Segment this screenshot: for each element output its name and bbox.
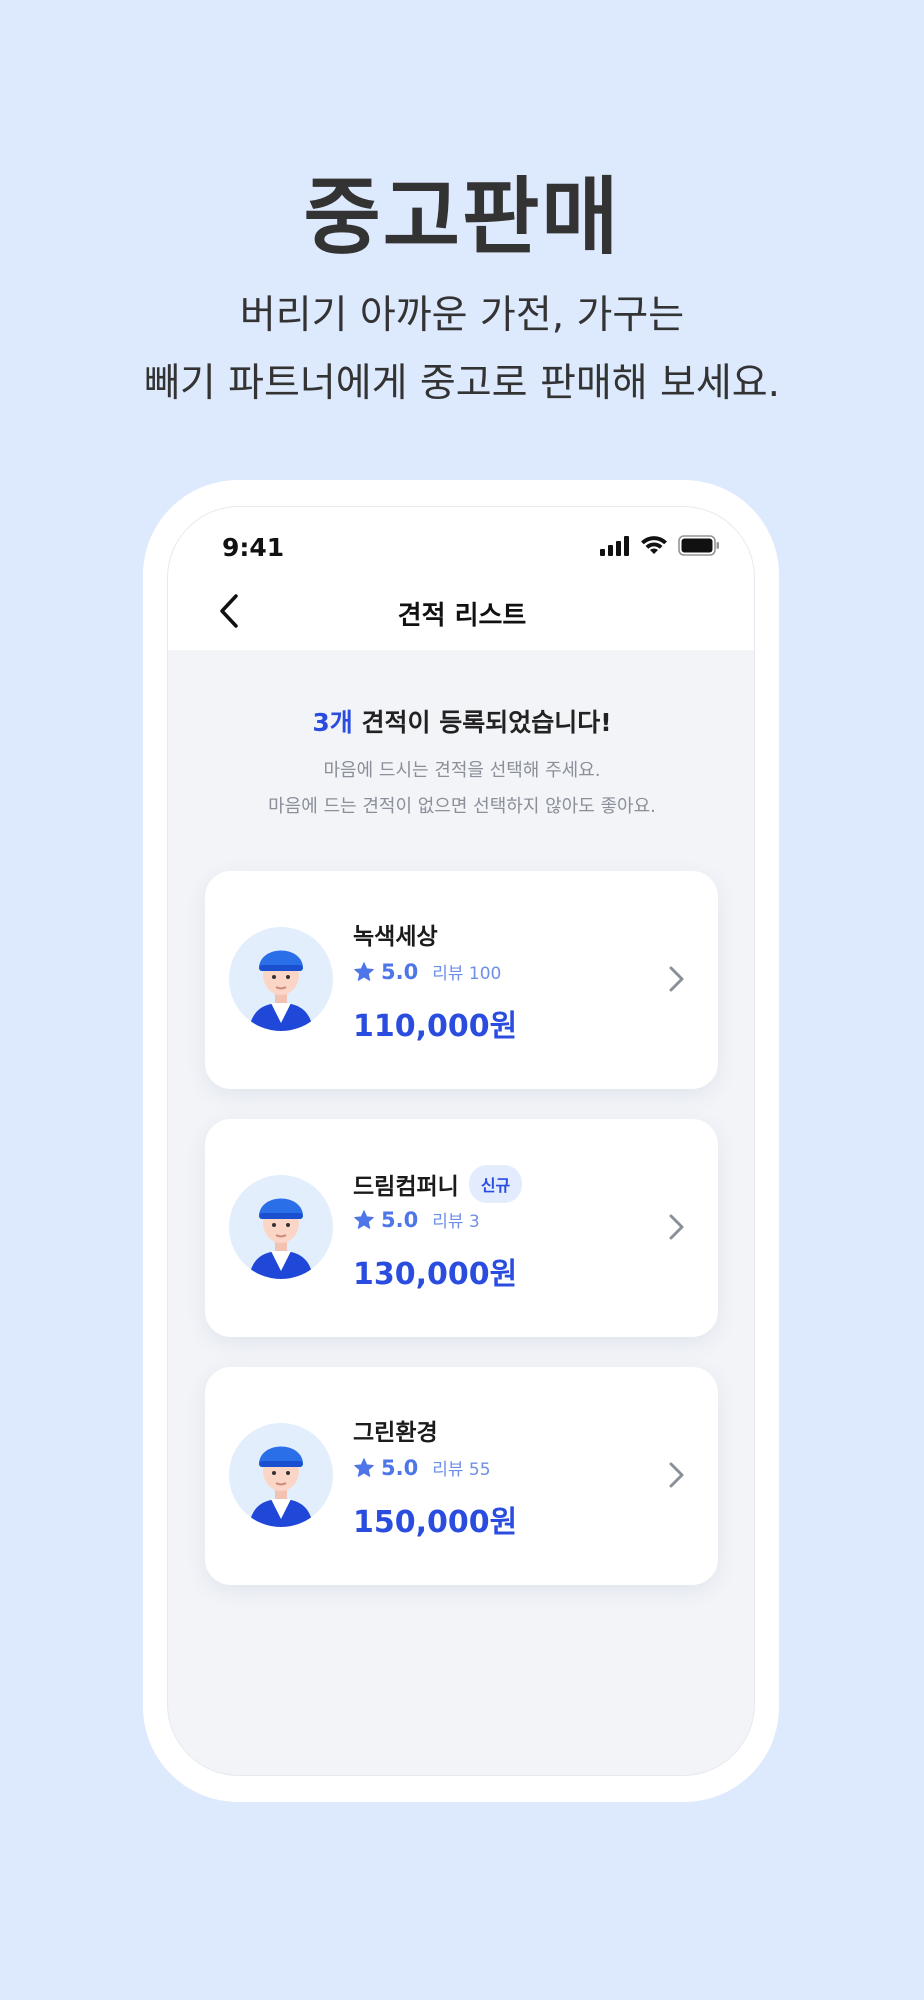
star-icon [354, 1209, 374, 1229]
hero-subtitle-line2: 빼기 파트너에게 중고로 판매해 보세요. [143, 361, 781, 406]
status-icons [600, 535, 720, 556]
name-row: 녹색세상 [353, 917, 438, 951]
page-title: 견적 리스트 [397, 601, 527, 631]
rating-value: 5.0 [381, 959, 419, 984]
hero-subtitle: 버리기 아까운 가전, 가구는 빼기 파트너에게 중고로 판매해 보세요. [0, 282, 924, 418]
review-count: 리뷰 3 [432, 1212, 480, 1232]
phone-screen: 9:41 견적 리스트 3개 견적이 등록되었습니다! 마음에 드시는 견적을 … [167, 506, 755, 1776]
quote-count: 3개 [312, 708, 353, 737]
summary-desc-line2: 마음에 드는 견적이 없으면 선택하지 않아도 좋아요. [268, 796, 656, 817]
name-row: 그린환경 [353, 1413, 438, 1447]
partner-name: 녹색세상 [353, 924, 438, 950]
rating-row: 5.0 리뷰 55 [353, 1455, 491, 1480]
summary-description: 마음에 드시는 견적을 선택해 주세요. 마음에 드는 견적이 없으면 선택하지… [168, 753, 754, 825]
signal-icon [600, 535, 629, 556]
summary-headline-text: 견적이 등록되었습니다! [352, 708, 612, 737]
quote-price: 110,000원 [353, 1009, 518, 1044]
rating-value: 5.0 [381, 1207, 419, 1232]
partner-avatar [229, 1423, 333, 1527]
hero-subtitle-line1: 버리기 아까운 가전, 가구는 [239, 293, 685, 338]
top-bar: 9:41 견적 리스트 [168, 507, 754, 650]
quote-card[interactable]: 그린환경 5.0 리뷰 55 150,000원 [205, 1367, 718, 1585]
partner-avatar [229, 1175, 333, 1279]
name-row: 드림컴퍼니 신규 [353, 1165, 523, 1203]
battery-icon [678, 535, 719, 556]
review-count: 리뷰 55 [432, 1460, 491, 1480]
rating-row: 5.0 리뷰 3 [353, 1207, 480, 1232]
summary-desc-line1: 마음에 드시는 견적을 선택해 주세요. [323, 760, 601, 781]
quote-card[interactable]: 드림컴퍼니 신규 5.0 리뷰 3 130,000원 [205, 1119, 718, 1337]
wifi-icon [641, 536, 667, 554]
chevron-right-icon [669, 966, 684, 992]
quote-summary: 3개 견적이 등록되었습니다! 마음에 드시는 견적을 선택해 주세요. 마음에… [168, 703, 754, 825]
partner-name: 그린환경 [353, 1420, 438, 1446]
rating-row: 5.0 리뷰 100 [353, 959, 501, 984]
quote-card[interactable]: 녹색세상 5.0 리뷰 100 110,000원 [205, 871, 718, 1089]
star-icon [354, 1457, 374, 1477]
rating-value: 5.0 [381, 1455, 419, 1480]
quote-price: 130,000원 [353, 1257, 518, 1292]
chevron-right-icon [669, 1462, 684, 1488]
quote-price: 150,000원 [353, 1505, 518, 1540]
new-badge: 신규 [468, 1165, 523, 1203]
review-count: 리뷰 100 [432, 964, 502, 984]
chevron-right-icon [669, 1214, 684, 1240]
hero-title: 중고판매 [303, 168, 621, 266]
partner-name: 드림컴퍼니 [353, 1174, 459, 1200]
status-time: 9:41 [222, 533, 285, 562]
partner-avatar [229, 927, 333, 1031]
phone-frame: 9:41 견적 리스트 3개 견적이 등록되었습니다! 마음에 드시는 견적을 … [143, 480, 779, 1802]
summary-headline: 3개 견적이 등록되었습니다! [168, 703, 754, 739]
star-icon [354, 961, 374, 981]
